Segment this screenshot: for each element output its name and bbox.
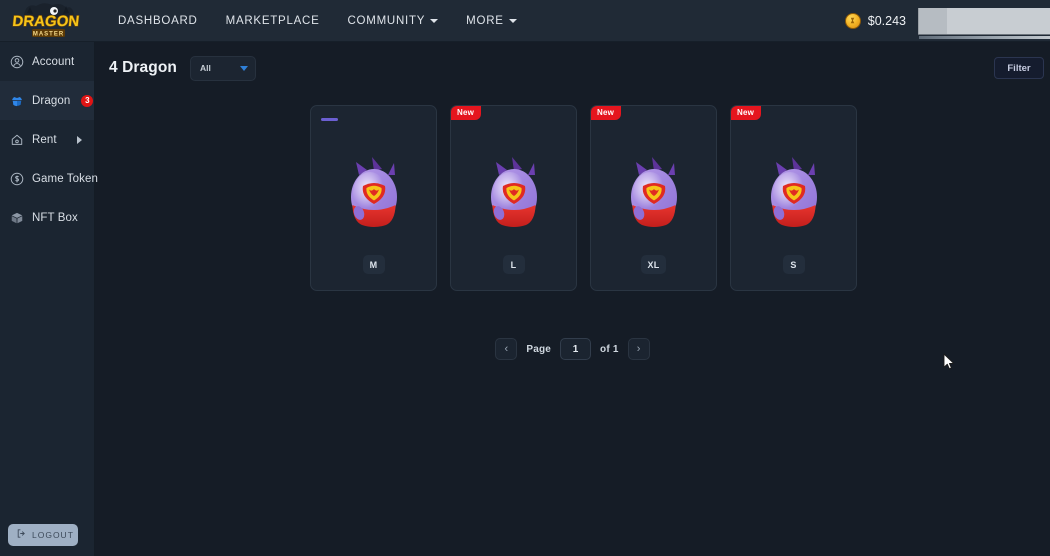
sidebar-item-game-token-label: Game Token [32, 172, 98, 185]
nav-link-more-label: MORE [466, 14, 504, 27]
pagination-prev-button[interactable]: ‹ [495, 338, 518, 360]
dragon-card-size-chip: L [502, 255, 525, 274]
nav-link-more[interactable]: MORE [452, 2, 531, 40]
sidebar-item-rent-label: Rent [32, 133, 57, 146]
filter-button-label: Filter [1007, 62, 1031, 74]
dragon-card-new-badge: New [731, 106, 762, 120]
nav-link-community-label: COMMUNITY [347, 14, 426, 27]
chevron-right-icon [77, 135, 82, 144]
dragon-card-size-chip: XL [641, 255, 666, 274]
app-logo[interactable]: DRAGON MASTER [0, 0, 95, 42]
dragon-card[interactable]: New XL [590, 105, 717, 291]
dragon-card-new-badge: New [591, 106, 622, 120]
nav-link-marketplace-label: MARKETPLACE [225, 14, 320, 27]
loading-placeholder-underline [919, 35, 1050, 39]
nav-links: DASHBOARD MARKETPLACE COMMUNITY MORE [104, 2, 531, 40]
logout-section: LOGOUT [8, 524, 78, 546]
wallet-balance-value: $0.243 [867, 13, 906, 28]
sidebar-item-dragon-badge: 3 [81, 94, 94, 107]
chevron-down-icon [430, 19, 439, 23]
nav-link-dashboard[interactable]: DASHBOARD [104, 2, 212, 40]
nav-link-marketplace[interactable]: MARKETPLACE [212, 2, 334, 40]
box-icon [9, 210, 24, 225]
top-navbar: DRAGON MASTER DASHBOARD MARKETPLACE COMM… [0, 0, 1050, 42]
sidebar-item-nft-box[interactable]: NFT Box [0, 198, 94, 237]
dragon-card-size-label: M [369, 259, 378, 270]
chevron-down-icon [508, 19, 517, 23]
loading-placeholder-segment [919, 7, 947, 34]
pagination-total-label: of 1 [600, 343, 619, 355]
dragon-egg-image [759, 153, 829, 234]
sidebar-item-dragon-label: Dragon [32, 94, 71, 107]
wallet-balance[interactable]: $0.243 [844, 12, 918, 29]
dragon-filter-select-value: All [199, 63, 211, 73]
user-circle-icon [9, 54, 24, 69]
nav-link-community[interactable]: COMMUNITY [334, 2, 453, 40]
app-root: DRAGON MASTER DASHBOARD MARKETPLACE COMM… [0, 0, 1050, 556]
dragon-card-new-badge: New [451, 106, 482, 120]
pagination-next-button[interactable]: › [627, 338, 650, 360]
page-header: 4 Dragon All Filter [95, 42, 1050, 94]
dragon-card-size-chip: S [782, 255, 805, 274]
filter-button[interactable]: Filter [994, 57, 1044, 79]
dollar-circle-icon [9, 171, 24, 186]
dragon-filter-select[interactable]: All [189, 55, 256, 81]
navbar-right-section: $0.243 [844, 0, 1050, 42]
coin-icon [844, 12, 861, 29]
dragon-card-size-label: S [790, 259, 797, 270]
dragon-card-size-label: XL [647, 259, 660, 270]
sidebar-item-dragon[interactable]: Dragon 3 [0, 81, 94, 120]
page-title: 4 Dragon [109, 59, 177, 76]
sidebar: Account Dragon 3 Rent Game Token NFT Box… [0, 42, 98, 556]
nav-link-dashboard-label: DASHBOARD [118, 14, 198, 27]
dragon-card-size-chip: M [362, 255, 385, 274]
logout-button-label: LOGOUT [32, 530, 74, 540]
main-content: 4 Dragon All Filter M New L New XL New S… [95, 42, 1050, 556]
dragon-card[interactable]: New L [450, 105, 577, 291]
dragon-icon [9, 93, 24, 108]
chevron-down-icon [239, 65, 248, 71]
dragon-egg-image [339, 153, 409, 234]
sidebar-item-account-label: Account [32, 55, 75, 68]
pagination-page-label: Page [526, 343, 552, 355]
loading-placeholder-block [918, 7, 1050, 39]
sidebar-item-game-token[interactable]: Game Token [0, 159, 98, 198]
dragon-egg-image [479, 153, 549, 234]
dragon-card[interactable]: M [310, 105, 437, 291]
logout-icon [16, 526, 27, 544]
sidebar-item-rent[interactable]: Rent [0, 120, 94, 159]
sidebar-item-account[interactable]: Account [0, 42, 94, 81]
pagination-page-input[interactable] [560, 338, 592, 360]
svg-text:MASTER: MASTER [32, 31, 63, 37]
dragon-card-dash-badge [321, 118, 338, 121]
dragon-card[interactable]: New S [730, 105, 857, 291]
pagination: ‹ Page of 1 › [95, 338, 1050, 360]
sidebar-item-nft-box-label: NFT Box [32, 211, 78, 224]
dragon-master-logo-icon: DRAGON MASTER [11, 2, 80, 37]
home-lock-icon [9, 132, 24, 147]
dragon-card-grid: M New L New XL New S [95, 105, 1050, 291]
dragon-card-size-label: L [510, 259, 517, 270]
svg-text:DRAGON: DRAGON [11, 13, 79, 30]
dragon-egg-image [619, 153, 689, 234]
logout-button[interactable]: LOGOUT [8, 524, 78, 546]
